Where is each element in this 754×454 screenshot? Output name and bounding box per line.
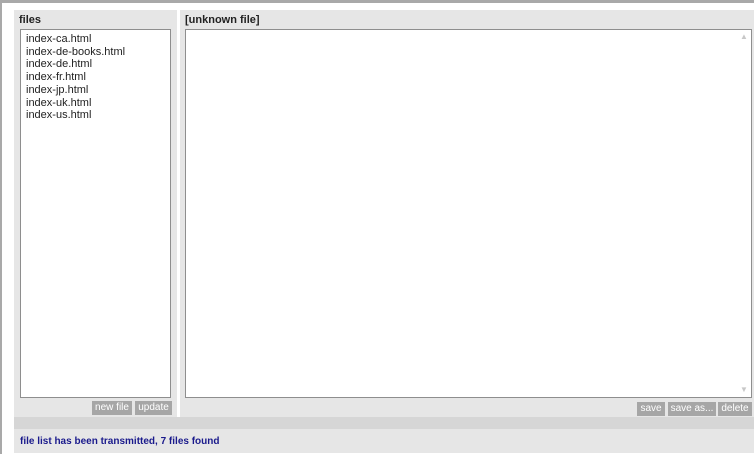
status-message: file list has been transmitted, 7 files …	[20, 436, 220, 447]
file-list[interactable]: index-ca.html index-de-books.html index-…	[20, 29, 171, 398]
save-button[interactable]: save	[637, 402, 665, 416]
files-panel-title: files	[19, 14, 42, 26]
save-as-button[interactable]: save as...	[668, 402, 716, 416]
file-list-item[interactable]: index-uk.html	[26, 97, 170, 110]
file-list-item[interactable]: index-fr.html	[26, 71, 170, 84]
editor-scrollbar[interactable]: ▲ ▼	[737, 30, 751, 397]
new-file-button[interactable]: new file	[92, 401, 132, 415]
file-list-item[interactable]: index-ca.html	[26, 33, 170, 46]
scroll-down-arrow-icon[interactable]: ▼	[737, 384, 751, 396]
editor-file-title: [unknown file]	[185, 14, 260, 26]
scroll-up-arrow-icon[interactable]: ▲	[737, 31, 751, 43]
update-button[interactable]: update	[135, 401, 172, 415]
files-panel: files index-ca.html index-de-books.html …	[14, 10, 177, 417]
editor-panel: [unknown file] ▲ ▼ save save as... delet…	[180, 10, 754, 417]
panel-divider	[14, 417, 754, 429]
file-content-editor[interactable]: ▲ ▼	[185, 29, 752, 398]
file-list-item[interactable]: index-us.html	[26, 109, 170, 122]
app-window: files index-ca.html index-de-books.html …	[0, 0, 754, 454]
status-bar: file list has been transmitted, 7 files …	[14, 429, 754, 453]
file-list-item[interactable]: index-de.html	[26, 58, 170, 71]
file-list-item[interactable]: index-jp.html	[26, 84, 170, 97]
delete-button[interactable]: delete	[718, 402, 752, 416]
file-list-item[interactable]: index-de-books.html	[26, 46, 170, 59]
